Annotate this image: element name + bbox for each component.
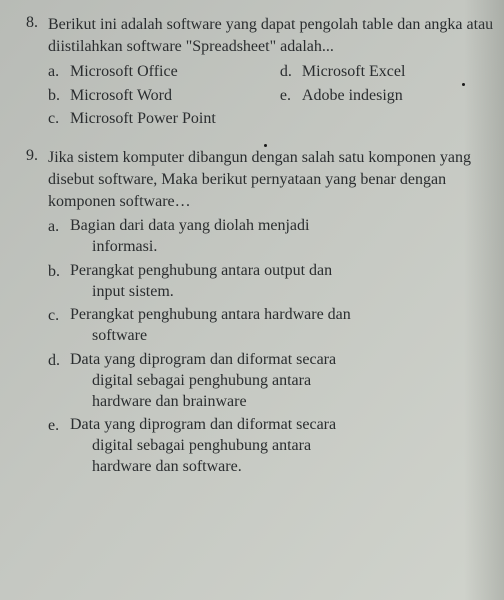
- option-9a: a. Bagian dari data yang diolah menjadi …: [48, 216, 494, 258]
- question-9-header: 9. Jika sistem komputer dibangun dengan …: [18, 147, 494, 212]
- question-9: 9. Jika sistem komputer dibangun dengan …: [18, 147, 494, 477]
- option-9e-line3: hardware dan software.: [70, 458, 242, 475]
- option-8e-label: e.: [280, 85, 296, 107]
- question-8-text: Berikut ini adalah software yang dapat p…: [48, 14, 494, 57]
- option-8a-label: a.: [48, 61, 64, 83]
- option-9d-label: d.: [48, 350, 64, 412]
- option-9a-line2: informasi.: [70, 238, 157, 255]
- option-9e-line2: digital sebagai penghubung antara: [70, 437, 311, 454]
- option-8d-label: d.: [280, 61, 296, 83]
- option-9a-line1: Bagian dari data yang diolah menjadi: [70, 217, 309, 234]
- option-9e-line1: Data yang diprogram dan diformat secara: [70, 416, 336, 433]
- question-8-number: 8.: [18, 14, 38, 57]
- mark-dot-icon: [264, 144, 267, 147]
- question-9-options: a. Bagian dari data yang diolah menjadi …: [18, 216, 494, 478]
- option-9c: c. Perangkat penghubung antara hardware …: [48, 305, 494, 347]
- mark-dot-icon: [462, 83, 465, 86]
- option-8d-text: Microsoft Excel: [302, 61, 494, 83]
- option-8a-text: Microsoft Office: [70, 61, 280, 83]
- option-8d: d. Microsoft Excel: [280, 61, 494, 83]
- option-9e: e. Data yang diprogram dan diformat seca…: [48, 415, 494, 477]
- question-8-options: a. Microsoft Office b. Microsoft Word c.…: [18, 61, 494, 131]
- option-9d-line2: digital sebagai penghubung antara: [70, 372, 311, 389]
- option-9b-line2: input sistem.: [70, 283, 174, 300]
- option-9a-label: a.: [48, 216, 64, 258]
- option-8e: e. Adobe indesign: [280, 85, 494, 107]
- option-8e-text: Adobe indesign: [302, 85, 494, 107]
- option-8c: c. Microsoft Power Point: [48, 108, 280, 130]
- option-9d-line3: hardware dan brainware: [70, 393, 247, 410]
- option-9d-line1: Data yang diprogram dan diformat secara: [70, 351, 336, 368]
- option-9d: d. Data yang diprogram dan diformat seca…: [48, 350, 494, 412]
- option-9b-text: Perangkat penghubung antara output dan i…: [70, 261, 494, 303]
- option-9c-line2: software: [70, 327, 147, 344]
- question-8-header: 8. Berikut ini adalah software yang dapa…: [18, 14, 494, 57]
- option-9c-line1: Perangkat penghubung antara hardware dan: [70, 306, 351, 323]
- option-9e-text: Data yang diprogram dan diformat secara …: [70, 415, 494, 477]
- option-8a: a. Microsoft Office: [48, 61, 280, 83]
- option-9b-line1: Perangkat penghubung antara output dan: [70, 262, 332, 279]
- option-8b-text: Microsoft Word: [70, 85, 280, 107]
- option-9d-text: Data yang diprogram dan diformat secara …: [70, 350, 494, 412]
- option-8b-label: b.: [48, 85, 64, 107]
- option-9b: b. Perangkat penghubung antara output da…: [48, 261, 494, 303]
- option-9e-label: e.: [48, 415, 64, 477]
- option-8b: b. Microsoft Word: [48, 85, 280, 107]
- option-9a-text: Bagian dari data yang diolah menjadi inf…: [70, 216, 494, 258]
- option-9c-label: c.: [48, 305, 64, 347]
- question-8-col-right: d. Microsoft Excel e. Adobe indesign: [280, 61, 494, 131]
- option-9b-label: b.: [48, 261, 64, 303]
- question-9-number: 9.: [18, 147, 38, 212]
- question-8: 8. Berikut ini adalah software yang dapa…: [18, 14, 494, 131]
- option-8c-label: c.: [48, 108, 64, 130]
- option-8c-text: Microsoft Power Point: [70, 108, 280, 130]
- question-9-text: Jika sistem komputer dibangun dengan sal…: [48, 147, 494, 212]
- question-8-col-left: a. Microsoft Office b. Microsoft Word c.…: [48, 61, 280, 131]
- option-9c-text: Perangkat penghubung antara hardware dan…: [70, 305, 494, 347]
